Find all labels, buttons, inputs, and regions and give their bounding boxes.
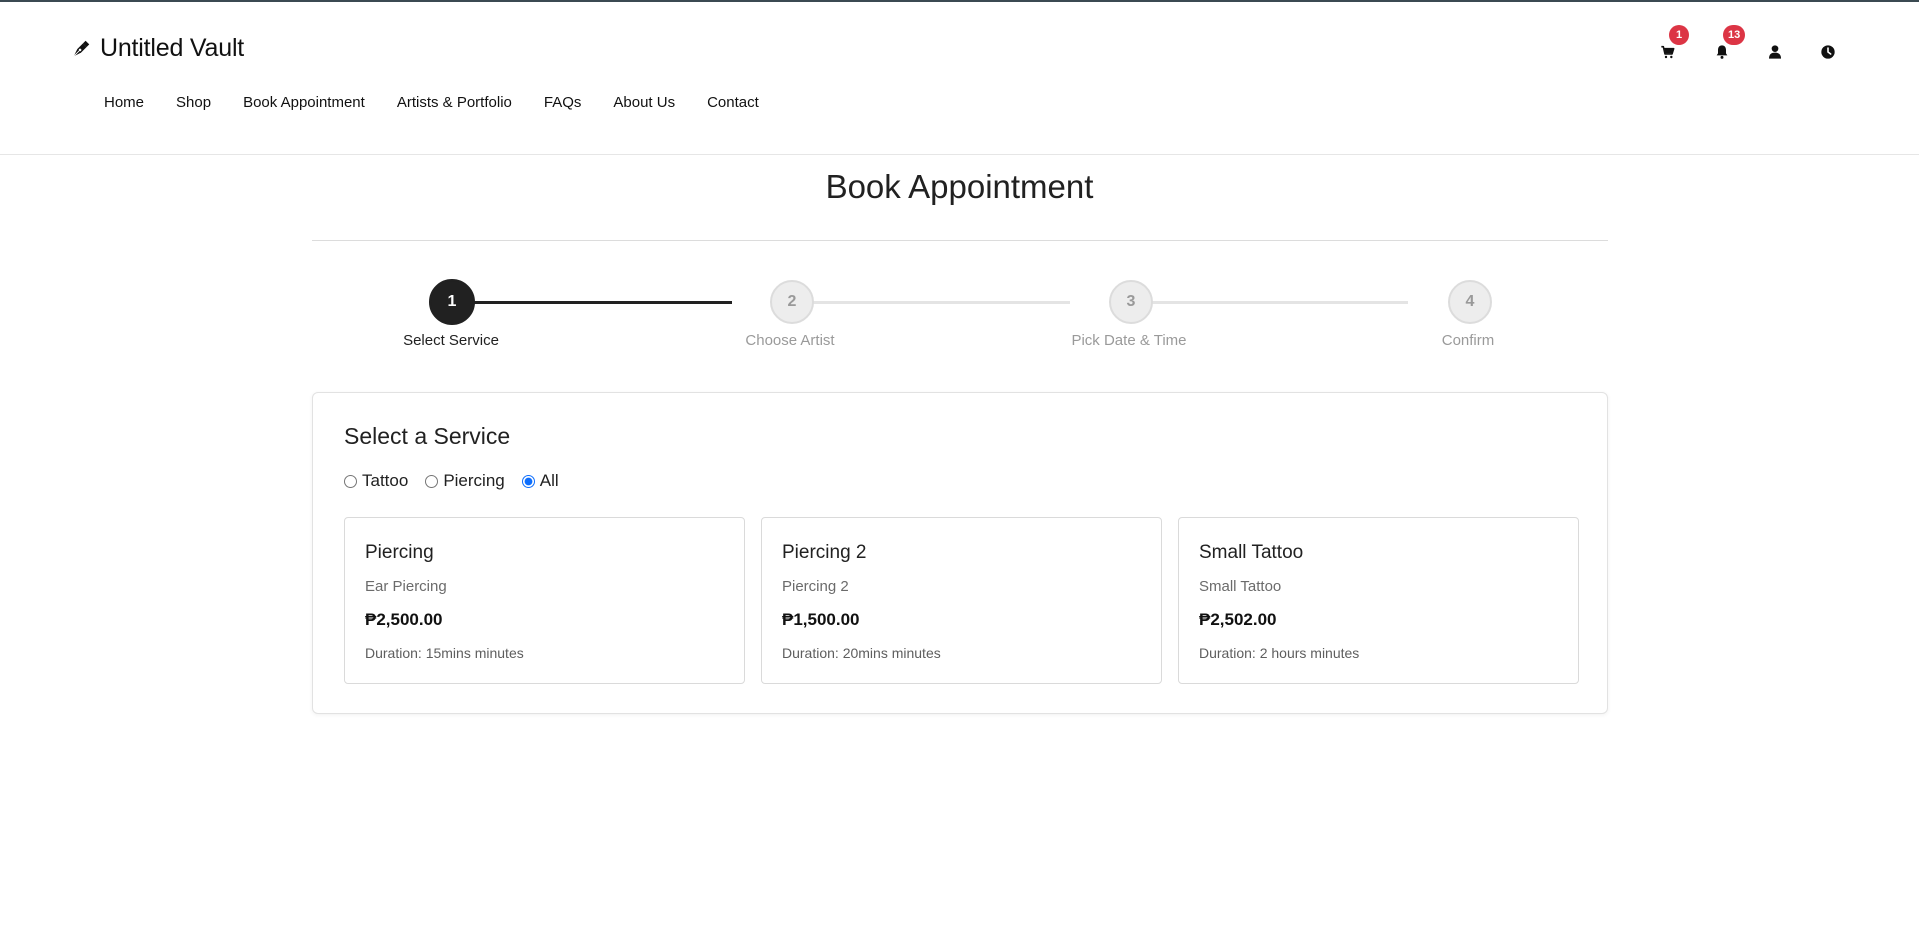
title-divider <box>312 240 1608 241</box>
service-cards: Piercing Ear Piercing ₱2,500.00 Duration… <box>344 517 1579 684</box>
service-type-filter: Tattoo Piercing All <box>344 471 576 491</box>
filter-all-label: All <box>539 471 559 490</box>
history-button[interactable] <box>1817 41 1839 63</box>
step-3-label: Pick Date & Time <box>1071 332 1187 349</box>
header-actions: 1 13 <box>0 25 1919 68</box>
panel-title: Select a Service <box>344 423 511 449</box>
main-nav: Home Shop Book Appointment Artists & Por… <box>104 94 791 111</box>
service-duration: Duration: 2 hours minutes <box>1199 645 1360 661</box>
service-name: Piercing 2 <box>782 542 867 563</box>
cart-count-badge: 1 <box>1669 25 1689 45</box>
step-2-circle[interactable]: 2 <box>770 280 814 324</box>
service-selection-panel: Select a Service Tattoo Piercing All Pie… <box>312 392 1608 714</box>
step-4-circle[interactable]: 4 <box>1448 280 1492 324</box>
filter-tattoo[interactable]: Tattoo <box>344 471 408 491</box>
booking-stepper: 1 Select Service 2 Choose Artist 3 Pick … <box>0 279 1919 360</box>
filter-all-radio[interactable] <box>521 474 535 488</box>
service-duration: Duration: 15mins minutes <box>365 645 524 661</box>
nav-shop[interactable]: Shop <box>176 94 211 111</box>
nav-contact[interactable]: Contact <box>707 94 759 111</box>
step-connector-1 <box>474 301 732 304</box>
service-card[interactable]: Piercing 2 Piercing 2 ₱1,500.00 Duration… <box>761 517 1162 684</box>
filter-piercing[interactable]: Piercing <box>425 471 505 491</box>
notifications-count-badge: 13 <box>1723 25 1746 45</box>
user-icon <box>1769 45 1781 59</box>
filter-piercing-radio[interactable] <box>425 474 439 488</box>
service-card[interactable]: Small Tattoo Small Tattoo ₱2,502.00 Dura… <box>1178 517 1579 684</box>
service-name: Piercing <box>365 542 434 563</box>
service-subtitle: Small Tattoo <box>1199 578 1282 595</box>
page-title: Book Appointment <box>825 168 1094 205</box>
service-card[interactable]: Piercing Ear Piercing ₱2,500.00 Duration… <box>344 517 745 684</box>
nav-book-appointment[interactable]: Book Appointment <box>243 94 365 111</box>
filter-piercing-label: Piercing <box>443 471 505 490</box>
step-1-label: Select Service <box>403 332 499 349</box>
service-name: Small Tattoo <box>1199 542 1304 563</box>
bell-icon <box>1716 45 1728 59</box>
filter-tattoo-label: Tattoo <box>362 471 409 490</box>
step-3-circle[interactable]: 3 <box>1109 280 1153 324</box>
service-subtitle: Ear Piercing <box>365 578 447 595</box>
service-price: ₱1,500.00 <box>782 610 860 629</box>
step-4-label: Confirm <box>1441 332 1495 349</box>
nav-home[interactable]: Home <box>104 94 144 111</box>
service-price: ₱2,502.00 <box>1199 610 1277 629</box>
clock-icon <box>1821 45 1835 59</box>
step-connector-3 <box>1150 301 1408 304</box>
filter-tattoo-radio[interactable] <box>344 474 357 488</box>
nav-about-us[interactable]: About Us <box>613 94 675 111</box>
service-subtitle: Piercing 2 <box>782 578 849 595</box>
account-button[interactable] <box>1764 41 1786 63</box>
service-duration: Duration: 20mins minutes <box>782 645 941 661</box>
cart-button[interactable]: 1 <box>1657 25 1689 63</box>
service-price: ₱2,500.00 <box>365 610 443 629</box>
filter-all[interactable]: All <box>521 471 559 491</box>
nav-faqs[interactable]: FAQs <box>544 94 582 111</box>
notifications-button[interactable]: 13 <box>1711 25 1746 63</box>
cart-icon <box>1661 45 1675 59</box>
nav-artists-portfolio[interactable]: Artists & Portfolio <box>397 94 512 111</box>
site-header: Untitled Vault Home Shop Book Appointmen… <box>0 2 1919 155</box>
step-connector-2 <box>812 301 1070 304</box>
step-1-circle[interactable]: 1 <box>429 279 475 325</box>
step-2-label: Choose Artist <box>745 332 835 349</box>
